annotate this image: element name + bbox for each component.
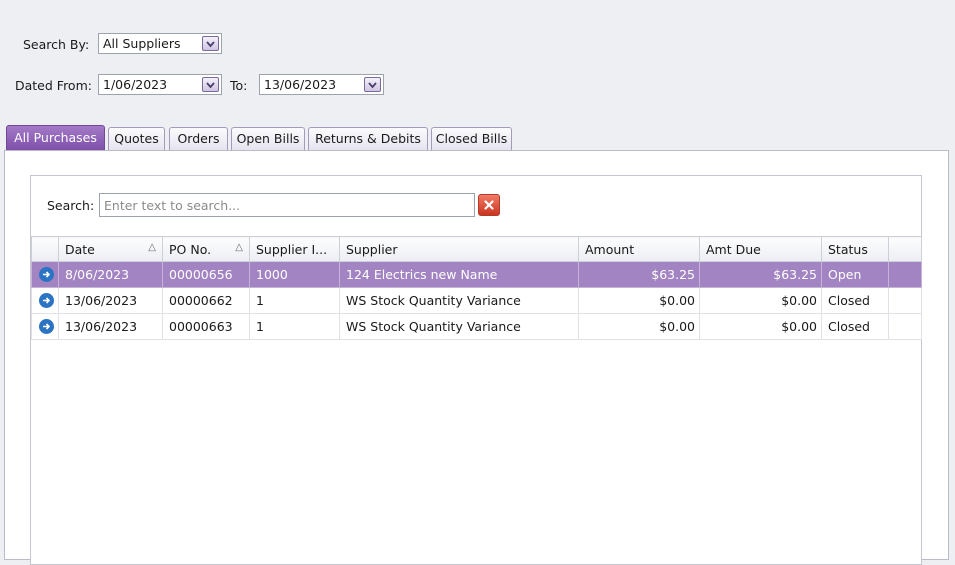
search-by-value: All Suppliers bbox=[103, 36, 181, 51]
search-by-select[interactable]: All Suppliers bbox=[98, 33, 222, 54]
column-header-filler bbox=[888, 236, 922, 262]
column-header-po-no[interactable]: PO No. △ bbox=[162, 236, 250, 262]
cell-amount: $0.00 bbox=[578, 287, 700, 314]
cell-po-no: 00000656 bbox=[162, 261, 250, 288]
column-header-supplier-id[interactable]: Supplier I... bbox=[249, 236, 340, 262]
column-header-date[interactable]: Date △ bbox=[58, 236, 163, 262]
arrow-right-circle-icon[interactable] bbox=[38, 293, 54, 308]
cell-supplier: WS Stock Quantity Variance bbox=[339, 287, 579, 314]
cell-status: Open bbox=[821, 261, 889, 288]
close-icon bbox=[484, 200, 494, 210]
cell-date: 13/06/2023 bbox=[58, 313, 163, 340]
to-label: To: bbox=[230, 78, 248, 93]
column-header-amt-due[interactable]: Amt Due bbox=[699, 236, 822, 262]
table-row[interactable]: 13/06/2023 00000663 1 WS Stock Quantity … bbox=[31, 313, 922, 340]
chevron-down-icon[interactable] bbox=[202, 77, 219, 92]
search-label: Search: bbox=[47, 198, 95, 213]
cell-filler bbox=[888, 261, 922, 288]
dated-from-select[interactable]: 1/06/2023 bbox=[98, 74, 222, 95]
cell-supplier-id: 1000 bbox=[249, 261, 340, 288]
search-input[interactable] bbox=[99, 193, 475, 217]
tab-quotes[interactable]: Quotes bbox=[108, 127, 165, 150]
sort-ascending-icon: △ bbox=[235, 242, 243, 253]
tab-returns-debits[interactable]: Returns & Debits bbox=[308, 127, 428, 150]
cell-amt-due: $0.00 bbox=[699, 287, 822, 314]
arrow-right-circle-icon[interactable] bbox=[38, 267, 54, 282]
results-container bbox=[30, 175, 922, 565]
cell-amt-due: $0.00 bbox=[699, 313, 822, 340]
cell-filler bbox=[888, 313, 922, 340]
cell-supplier: 124 Electrics new Name bbox=[339, 261, 579, 288]
table-row[interactable]: 8/06/2023 00000656 1000 124 Electrics ne… bbox=[31, 261, 922, 288]
table-row[interactable]: 13/06/2023 00000662 1 WS Stock Quantity … bbox=[31, 287, 922, 314]
column-header-icon bbox=[31, 236, 59, 262]
search-by-label: Search By: bbox=[23, 37, 90, 52]
cell-status: Closed bbox=[821, 287, 889, 314]
dated-to-select[interactable]: 13/06/2023 bbox=[259, 74, 384, 95]
column-header-status[interactable]: Status bbox=[821, 236, 889, 262]
clear-search-button[interactable] bbox=[478, 194, 500, 216]
cell-supplier-id: 1 bbox=[249, 287, 340, 314]
cell-amount: $63.25 bbox=[578, 261, 700, 288]
cell-supplier: WS Stock Quantity Variance bbox=[339, 313, 579, 340]
cell-amount: $0.00 bbox=[578, 313, 700, 340]
tab-all-purchases[interactable]: All Purchases bbox=[6, 125, 105, 150]
sort-ascending-icon: △ bbox=[148, 242, 156, 253]
cell-amt-due: $63.25 bbox=[699, 261, 822, 288]
cell-supplier-id: 1 bbox=[249, 313, 340, 340]
dated-to-value: 13/06/2023 bbox=[264, 77, 337, 92]
dated-from-value: 1/06/2023 bbox=[103, 77, 168, 92]
chevron-down-icon[interactable] bbox=[202, 36, 219, 51]
column-header-supplier[interactable]: Supplier bbox=[339, 236, 579, 262]
cell-filler bbox=[888, 287, 922, 314]
row-open-cell[interactable] bbox=[31, 261, 59, 288]
purchases-table: Date △ PO No. △ Supplier I... Supplier Amo… bbox=[31, 236, 922, 340]
cell-po-no: 00000662 bbox=[162, 287, 250, 314]
row-open-cell[interactable] bbox=[31, 313, 59, 340]
dated-from-label: Dated From: bbox=[15, 78, 92, 93]
chevron-down-icon[interactable] bbox=[364, 77, 381, 92]
cell-po-no: 00000663 bbox=[162, 313, 250, 340]
column-header-amount[interactable]: Amount bbox=[578, 236, 700, 262]
cell-date: 13/06/2023 bbox=[58, 287, 163, 314]
cell-status: Closed bbox=[821, 313, 889, 340]
tab-orders[interactable]: Orders bbox=[169, 127, 228, 150]
tab-closed-bills[interactable]: Closed Bills bbox=[431, 127, 512, 150]
table-header-row: Date △ PO No. △ Supplier I... Supplier Amo… bbox=[31, 236, 922, 262]
arrow-right-circle-icon[interactable] bbox=[38, 319, 54, 334]
row-open-cell[interactable] bbox=[31, 287, 59, 314]
cell-date: 8/06/2023 bbox=[58, 261, 163, 288]
tab-open-bills[interactable]: Open Bills bbox=[231, 127, 305, 150]
